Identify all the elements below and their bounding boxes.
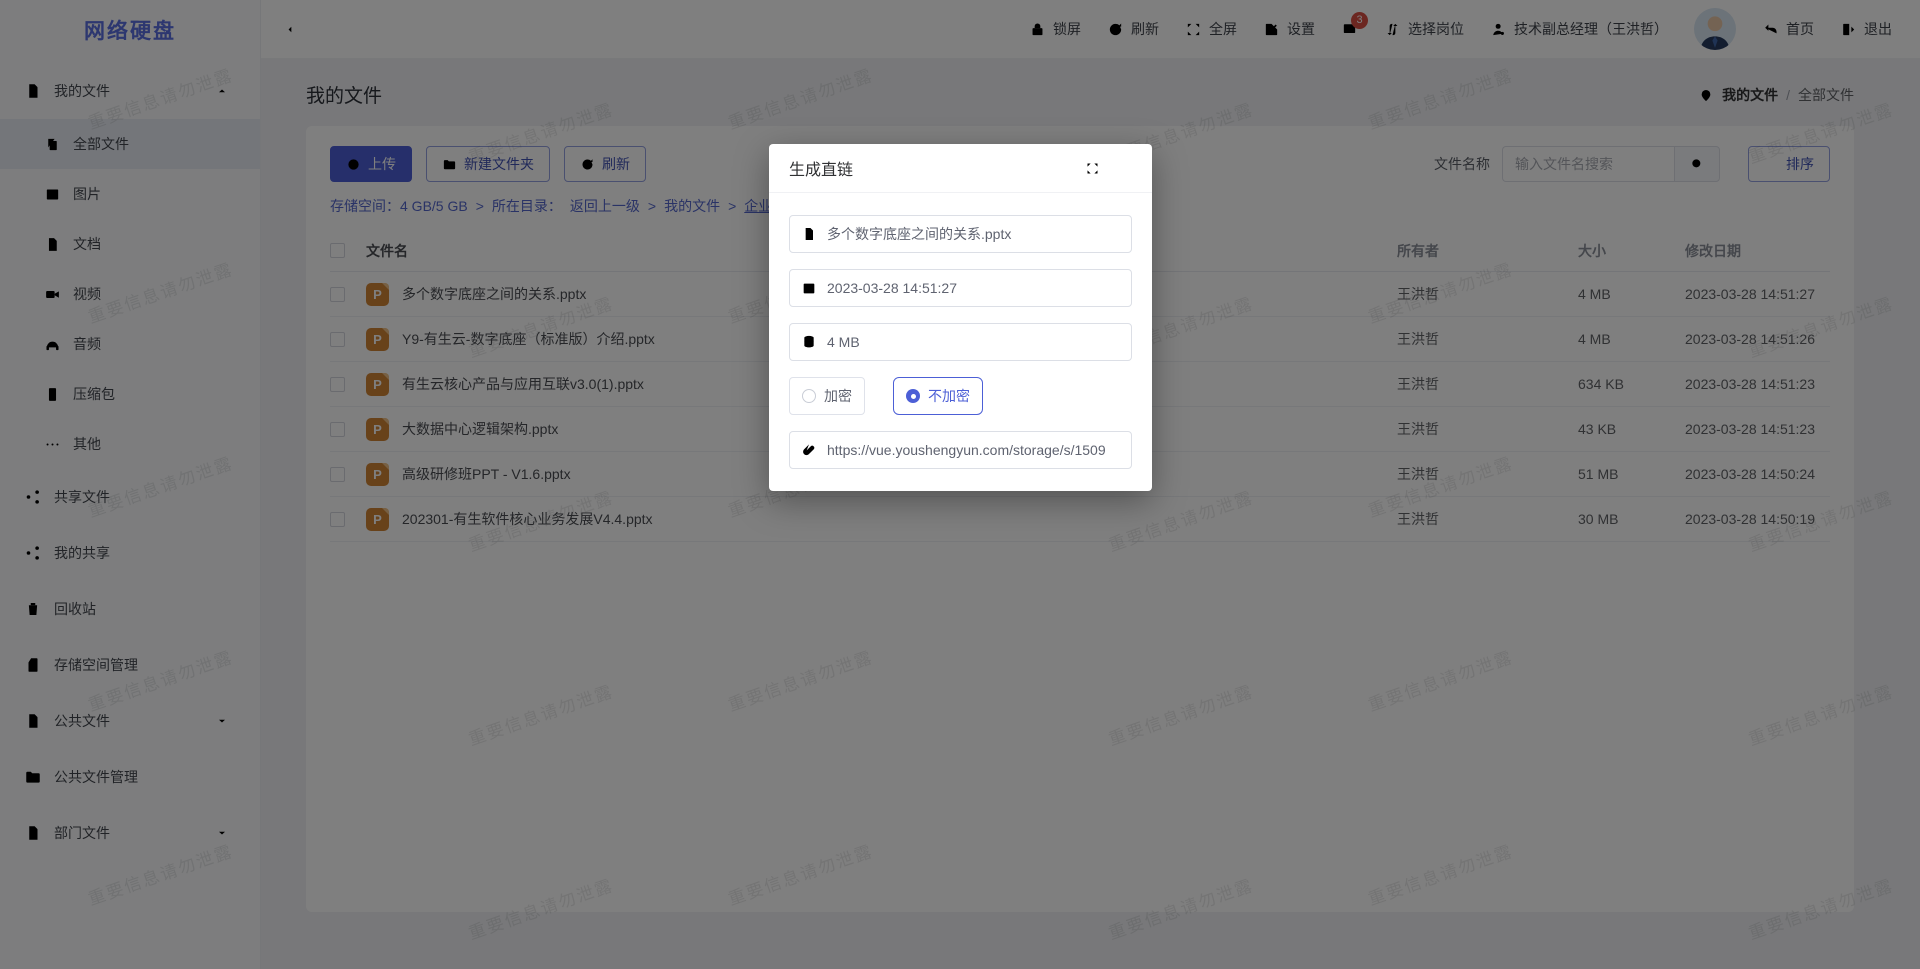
no-encrypt-option-label: 不加密 bbox=[928, 386, 970, 406]
encrypt-option-label: 加密 bbox=[824, 386, 852, 406]
link-file-name-field: 多个数字底座之间的关系.pptx bbox=[789, 215, 1132, 253]
close-icon[interactable] bbox=[1115, 160, 1132, 177]
maximize-dialog-icon[interactable] bbox=[1085, 161, 1100, 176]
radio-unchecked-icon bbox=[802, 389, 816, 403]
direct-link-url[interactable]: https://vue.youshengyun.com/storage/s/15… bbox=[827, 442, 1106, 458]
database-icon bbox=[801, 334, 817, 350]
direct-link-field[interactable]: https://vue.youshengyun.com/storage/s/15… bbox=[789, 431, 1132, 469]
generate-link-dialog: 生成直链 多个数字底座之间的关系.pptx 2023-03-28 14:51:2… bbox=[769, 144, 1152, 491]
encrypt-option[interactable]: 加密 bbox=[789, 377, 865, 415]
link-file-name: 多个数字底座之间的关系.pptx bbox=[827, 224, 1011, 244]
no-encrypt-option[interactable]: 不加密 bbox=[893, 377, 983, 415]
radio-checked-icon bbox=[906, 389, 920, 403]
paperclip-icon bbox=[801, 442, 817, 458]
calendar-icon bbox=[801, 280, 817, 296]
link-file-date-field: 2023-03-28 14:51:27 bbox=[789, 269, 1132, 307]
link-file-size-field: 4 MB bbox=[789, 323, 1132, 361]
dialog-header: 生成直链 bbox=[769, 144, 1152, 193]
encrypt-radio-group: 加密 不加密 bbox=[789, 377, 1132, 415]
dialog-body: 多个数字底座之间的关系.pptx 2023-03-28 14:51:27 4 M… bbox=[769, 193, 1152, 491]
dialog-title: 生成直链 bbox=[789, 156, 853, 180]
link-file-size: 4 MB bbox=[827, 334, 860, 350]
file-icon bbox=[801, 226, 817, 242]
link-file-date: 2023-03-28 14:51:27 bbox=[827, 280, 957, 296]
